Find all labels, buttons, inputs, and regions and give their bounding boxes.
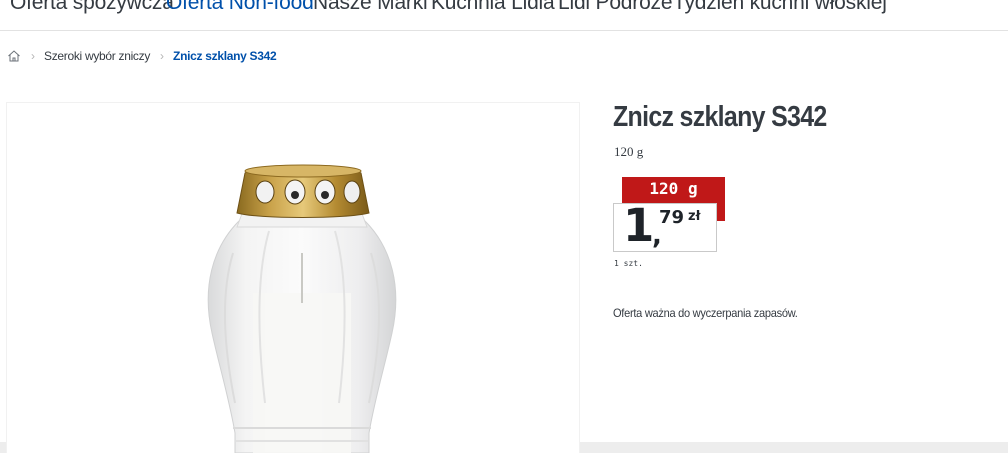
glass-grave-candle-icon <box>207 164 397 453</box>
nav-item-tydzien-kuchni-wloskiej[interactable]: Tydzień kuchni włoskiej <box>673 0 887 15</box>
price-panel: 1 , 79 zł <box>613 199 717 252</box>
home-icon[interactable] <box>7 49 21 63</box>
breadcrumb-separator-icon: › <box>31 49 35 63</box>
nav-item-oferta-non-food[interactable]: Oferta Non-food <box>166 0 314 15</box>
price-cents: 79 <box>659 207 685 228</box>
nav-item-kuchnia-lidla[interactable]: Kuchnia Lidla <box>431 0 555 15</box>
price-box: 120 g 1 , 79 zł <box>613 177 725 252</box>
offer-note: Oferta ważna do wyczerpania zapasów. <box>613 306 798 320</box>
nav-item-oferta-spozywcza[interactable]: Oferta spożywcza <box>10 0 174 15</box>
price-tag-label: 120 g <box>649 179 698 198</box>
nav-item-nasze-marki[interactable]: Nasze Marki <box>313 0 428 15</box>
nav-item-lidl-podroze[interactable]: Lidl Podróże <box>558 0 673 15</box>
product-image[interactable] <box>7 103 579 453</box>
price-unit: 1 szt. <box>614 259 643 268</box>
top-navigation: Oferta spożywcza Oferta Non-food Nasze M… <box>0 0 1008 31</box>
breadcrumb-separator-icon: › <box>160 49 165 63</box>
product-weight: 120 g <box>614 144 644 159</box>
breadcrumb: › Szeroki wybór zniczy › Znicz szklany S… <box>7 45 277 67</box>
breadcrumb-item-category[interactable]: Szeroki wybór zniczy <box>44 49 150 63</box>
price-currency: zł <box>688 209 701 224</box>
product-title: Znicz szklany S342 <box>613 101 827 133</box>
price-integer: 1 <box>623 199 654 252</box>
product-page: › Szeroki wybór zniczy › Znicz szklany S… <box>0 31 1008 453</box>
breadcrumb-item-current[interactable]: Znicz szklany S342 <box>173 49 277 63</box>
